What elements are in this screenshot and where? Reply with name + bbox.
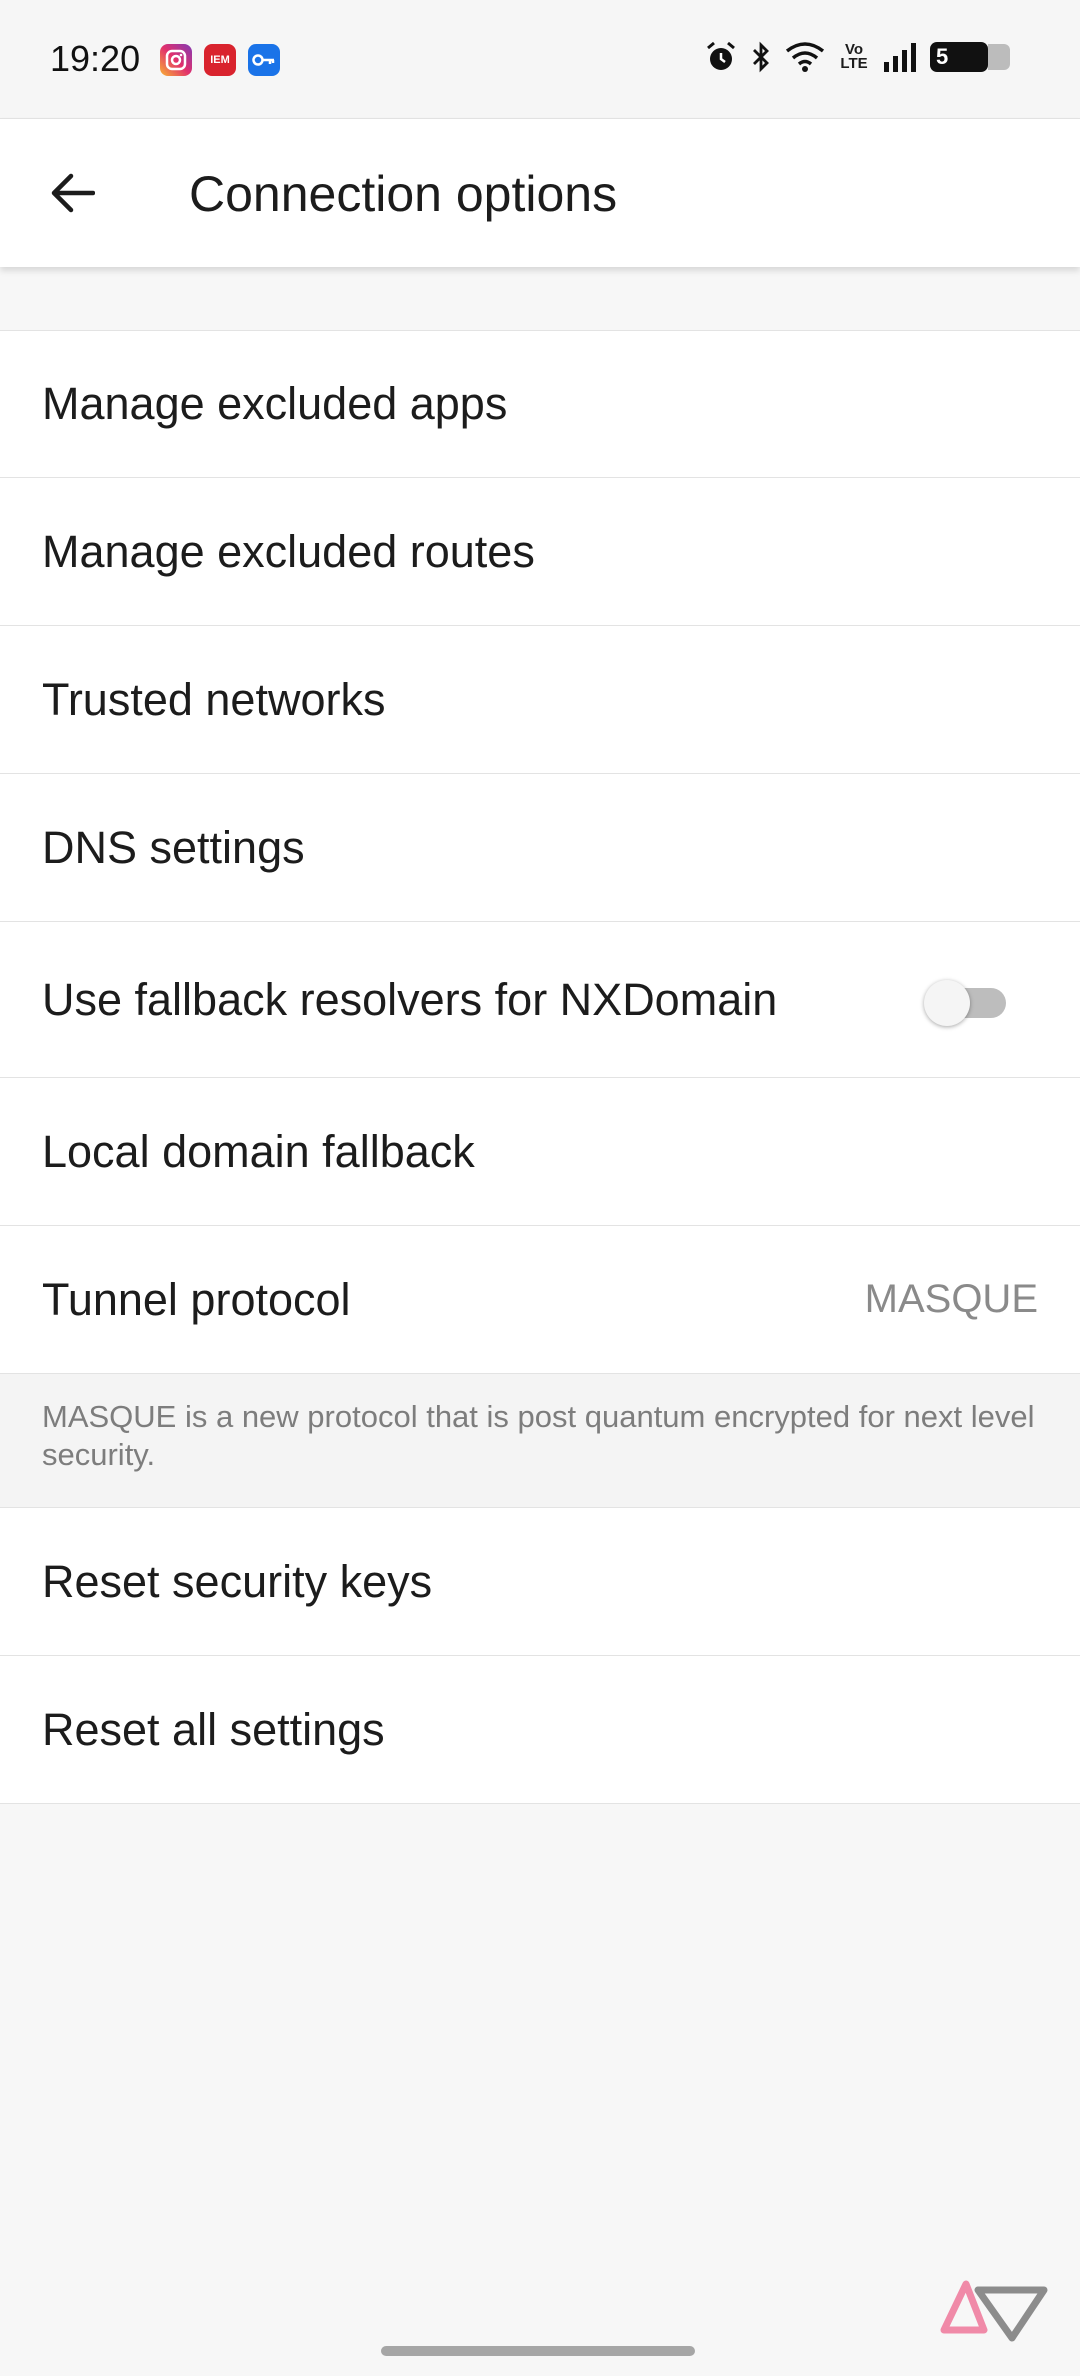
dns-settings-label: DNS settings <box>42 821 305 873</box>
watermark-logo <box>940 2276 1050 2346</box>
notification-icons: IEM <box>160 44 280 76</box>
instagram-icon <box>160 44 192 76</box>
manage-excluded-apps-item[interactable]: Manage excluded apps <box>0 330 1080 478</box>
battery-icon: 5 <box>930 38 1010 76</box>
manage-excluded-apps-label: Manage excluded apps <box>42 378 508 429</box>
trusted-networks-item[interactable]: Trusted networks <box>0 626 1080 774</box>
status-bar: 19:20 IEM Vo LTE 5 <box>0 0 1080 118</box>
vpn-key-icon <box>248 44 280 76</box>
reset-security-keys-item[interactable]: Reset security keys <box>0 1508 1080 1656</box>
reset-all-settings-item[interactable]: Reset all settings <box>0 1656 1080 1804</box>
trusted-networks-label: Trusted networks <box>42 673 386 725</box>
alarm-icon <box>704 38 738 76</box>
iem-app-icon: IEM <box>204 44 236 76</box>
reset-all-settings-label: Reset all settings <box>42 1703 385 1755</box>
fallback-resolvers-label: Use fallback resolvers for NXDomain <box>42 973 778 1025</box>
manage-excluded-routes-label: Manage excluded routes <box>42 525 535 577</box>
tunnel-protocol-note: MASQUE is a new protocol that is post qu… <box>0 1374 1080 1508</box>
reset-security-keys-label: Reset security keys <box>42 1555 433 1607</box>
signal-icon <box>882 38 918 76</box>
app-bar: Connection options <box>0 118 1080 267</box>
home-indicator[interactable] <box>381 2346 695 2356</box>
system-status-icons: Vo LTE 5 <box>704 38 1010 76</box>
bluetooth-icon <box>750 38 772 76</box>
local-domain-fallback-item[interactable]: Local domain fallback <box>0 1078 1080 1226</box>
tunnel-protocol-value: MASQUE <box>864 1277 1038 1321</box>
arrow-back-icon <box>51 173 95 213</box>
tunnel-protocol-item[interactable]: Tunnel protocol MASQUE <box>0 1226 1080 1374</box>
page-title: Connection options <box>189 166 618 222</box>
wifi-icon <box>784 38 826 76</box>
manage-excluded-routes-item[interactable]: Manage excluded routes <box>0 478 1080 626</box>
local-domain-fallback-label: Local domain fallback <box>42 1125 475 1177</box>
fallback-resolvers-toggle[interactable] <box>924 980 1010 1026</box>
fallback-resolvers-item[interactable]: Use fallback resolvers for NXDomain <box>0 922 1080 1078</box>
settings-list: Manage excluded apps Manage excluded rou… <box>0 330 1080 1804</box>
battery-level: 5 <box>930 42 1010 72</box>
status-time: 19:20 <box>50 38 141 79</box>
back-button[interactable] <box>36 157 108 229</box>
volte-icon: Vo LTE <box>838 38 870 76</box>
dns-settings-item[interactable]: DNS settings <box>0 774 1080 922</box>
tunnel-protocol-label: Tunnel protocol <box>42 1273 351 1325</box>
volte-label: Vo LTE <box>840 41 868 72</box>
toggle-thumb <box>924 980 970 1026</box>
iem-app-label: IEM <box>210 54 230 66</box>
